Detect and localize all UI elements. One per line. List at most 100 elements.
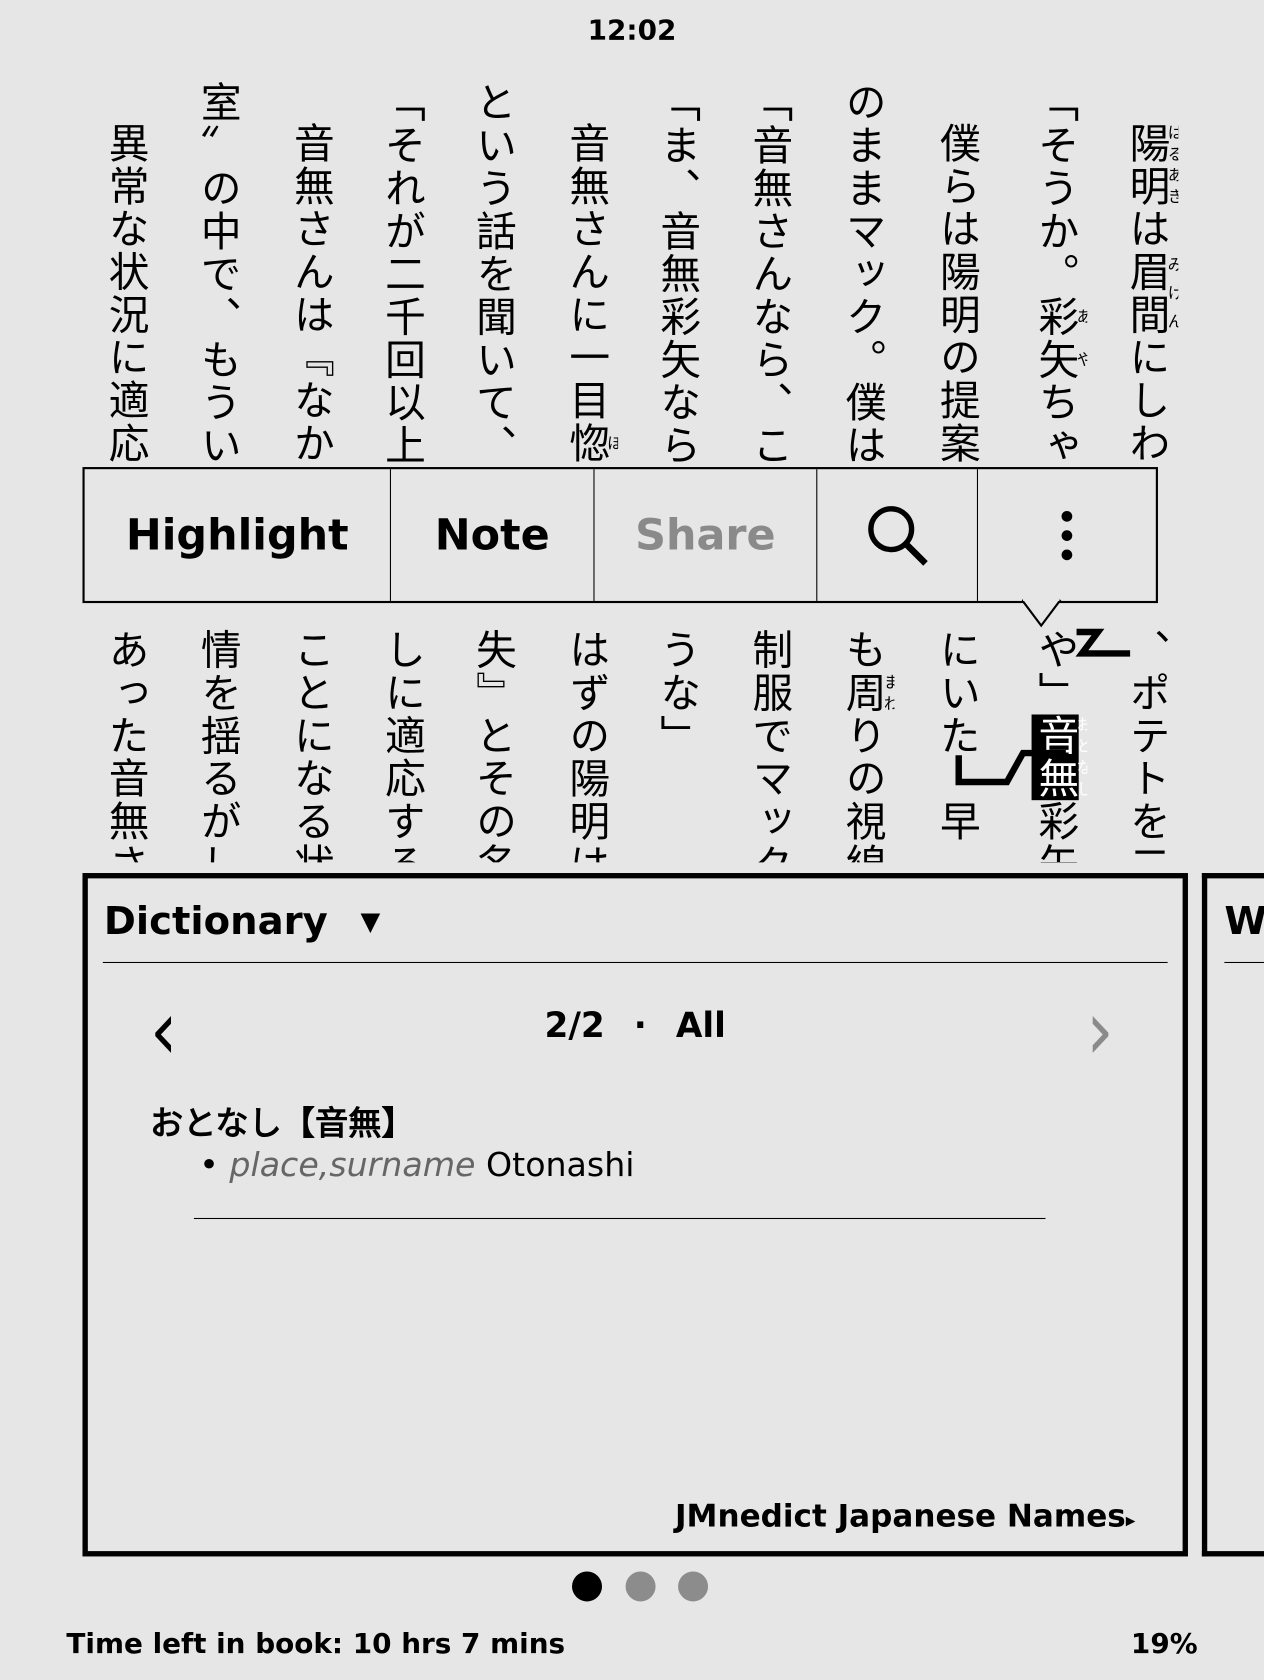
- text-column-bottom[interactable]: うな」: [645, 629, 709, 863]
- ruby-reading: まわ: [881, 671, 895, 715]
- entry-pager: 2/2 · All: [88, 1005, 1183, 1046]
- text-column-bottom[interactable]: はずの陽明は、: [554, 629, 618, 863]
- ruby-word: 陽明はるあき: [1123, 122, 1179, 208]
- text-run: 彩矢は: [1032, 800, 1079, 862]
- filter-all[interactable]: All: [676, 1005, 726, 1046]
- column-text: あった音無さ: [93, 629, 157, 863]
- ruby-reading: ぼ: [605, 422, 619, 465]
- reading-progress: 19%: [1130, 1628, 1198, 1661]
- text-column-top[interactable]: 陽明はるあきは眉間みけんにしわ: [1114, 75, 1179, 467]
- text-column-top[interactable]: という話を聞いて、: [461, 75, 525, 467]
- text-run: 「ま、音無彩矢ならそ: [653, 81, 701, 468]
- share-button[interactable]: Share: [595, 469, 818, 601]
- dropdown-icon: ▼: [360, 906, 381, 937]
- text-column-top[interactable]: のままマック。僕は: [830, 75, 894, 467]
- column-text: という話を聞いて、: [461, 81, 525, 467]
- search-button[interactable]: [817, 469, 979, 601]
- separator: ·: [633, 1004, 647, 1046]
- column-text: 室〟の中で、もうい: [185, 81, 249, 467]
- text-column-top[interactable]: 室〟の中で、もうい: [185, 75, 249, 467]
- text-run: 音無さんに一目: [562, 122, 610, 423]
- text-run: 制服でマック: [745, 628, 793, 863]
- text-run: 異常な状況に適応: [101, 122, 149, 465]
- column-text: 「音無さんなら、この: [737, 81, 801, 467]
- page-indicator: 2/2: [544, 1004, 605, 1046]
- text-column-top[interactable]: 「それが二千回以上の: [370, 75, 434, 467]
- ruby-word: 惚ぼ: [562, 422, 618, 465]
- column-text: 「ま、音無彩矢ならそ: [645, 81, 709, 467]
- text-run: は: [1122, 207, 1170, 251]
- search-icon: [867, 505, 928, 566]
- text-column-top[interactable]: 異常な状況に適応: [93, 75, 157, 467]
- more-vertical-icon: [1061, 510, 1073, 560]
- text-column-bottom[interactable]: も周まわりの視線: [830, 628, 895, 863]
- text-run: 室〟の中で、もうい: [193, 81, 242, 468]
- source-name: JMnedict Japanese Names: [674, 1497, 1126, 1534]
- part-of-speech: place,surname: [229, 1146, 476, 1185]
- text-run: 失』とその名: [469, 628, 517, 863]
- column-text: 「そうか。彩矢あやちゃん: [1023, 81, 1088, 468]
- pager-dot-active[interactable]: [572, 1571, 603, 1602]
- ruby-reading: みけん: [1165, 250, 1179, 337]
- highlight-button[interactable]: Highlight: [85, 469, 391, 601]
- text-run: ちゃん: [1031, 381, 1079, 468]
- text-column-top[interactable]: 「音無さんなら、この: [737, 75, 801, 467]
- next-panel[interactable]: W: [1201, 873, 1264, 1557]
- pager-dot[interactable]: [625, 1571, 656, 1602]
- note-button[interactable]: Note: [391, 469, 595, 601]
- dictionary-panel: Dictionary ▼ ‹ 2/2 · All › おとなし【音無】 • pl…: [82, 873, 1188, 1557]
- column-text: 「それが二千回以上の: [370, 81, 434, 467]
- column-text: 異常な状況に適応: [93, 122, 157, 465]
- text-run: という話を聞いて、: [469, 81, 517, 468]
- divider: [193, 1217, 1046, 1220]
- column-text: ことになる状: [279, 629, 343, 863]
- text-column-bottom[interactable]: ことになる状: [279, 629, 343, 863]
- text-run: うな」: [653, 628, 701, 758]
- time-left[interactable]: Time left in book: 10 hrs 7 mins: [66, 1628, 565, 1660]
- column-text: うな」: [645, 629, 709, 758]
- column-text: 失』とその名: [461, 629, 525, 863]
- column-text: も周まわりの視線: [830, 628, 895, 863]
- text-run: 「そうか。: [1031, 81, 1079, 296]
- text-run: あった音無さ: [101, 628, 149, 863]
- text-run: のままマック。僕は: [838, 81, 886, 468]
- text-column-top[interactable]: 僕らは陽明の提案: [924, 75, 988, 467]
- bullet: •: [199, 1146, 219, 1185]
- popup-pointer: [1021, 598, 1062, 628]
- text-column-bottom[interactable]: あった音無さ: [93, 629, 157, 863]
- selection-handles[interactable]: [948, 627, 1141, 788]
- text-column-bottom[interactable]: 失』とその名: [461, 629, 525, 863]
- dictionary-source-link[interactable]: JMnedict Japanese Names▸: [675, 1498, 1135, 1534]
- column-text: のままマック。僕は: [830, 81, 894, 467]
- selection-popup: Highlight Note Share: [82, 467, 1158, 604]
- dictionary-title: Dictionary: [103, 899, 328, 944]
- ruby-word: 周まわ: [839, 672, 895, 715]
- text-column-top[interactable]: 音無さんに一目惚ぼ: [554, 75, 618, 467]
- pager-dot[interactable]: [678, 1571, 709, 1602]
- gloss: Otonashi: [486, 1146, 635, 1185]
- next-icon[interactable]: ›: [1086, 987, 1113, 1077]
- text-column-top[interactable]: 音無さんは『なか: [279, 75, 343, 467]
- text-run: も: [838, 628, 886, 672]
- divider: [102, 961, 1168, 964]
- column-text: 音無さんは『なか: [279, 122, 343, 465]
- text-column-bottom[interactable]: しに適応する: [370, 629, 434, 863]
- more-options-button[interactable]: [978, 469, 1156, 601]
- text-column-top[interactable]: 「ま、音無彩矢ならそ: [645, 75, 709, 467]
- text-run: 音無さんは『なか: [287, 122, 335, 465]
- dictionary-selector[interactable]: Dictionary ▼: [104, 900, 380, 944]
- text-run: りの視線: [838, 714, 886, 863]
- text-run: 情を揺るがし: [193, 628, 242, 863]
- column-text: 僕らは陽明の提案: [924, 122, 988, 465]
- definition: • place,surname Otonashi: [199, 1146, 634, 1185]
- text-run: しに適応する: [378, 628, 426, 863]
- headword: おとなし【音無】: [149, 1104, 415, 1143]
- column-text: 情を揺るがし: [185, 629, 249, 863]
- text-run: 僕らは陽明の提案: [933, 122, 981, 465]
- text-run: はずの陽明は、: [562, 628, 610, 863]
- ruby-word: 彩矢あや: [1032, 296, 1088, 382]
- text-column-bottom[interactable]: 制服でマック: [737, 629, 801, 863]
- text-column-top[interactable]: 「そうか。彩矢あやちゃん: [1023, 75, 1088, 468]
- text-column-bottom[interactable]: 情を揺るがし: [185, 629, 249, 863]
- status-clock: 12:02: [587, 14, 677, 48]
